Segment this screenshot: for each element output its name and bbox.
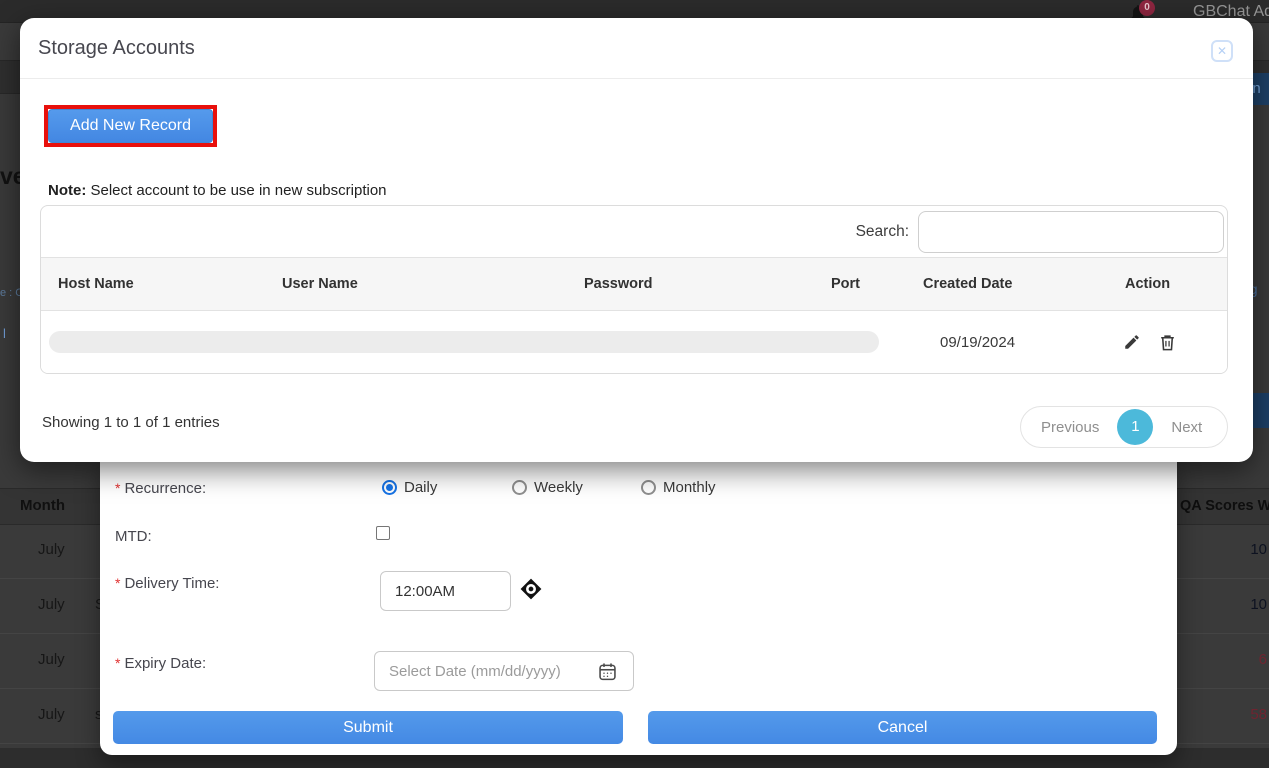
modal-header: Storage Accounts ✕: [20, 18, 1253, 79]
radio-icon[interactable]: [512, 480, 527, 495]
calendar-icon[interactable]: [597, 661, 618, 682]
close-icon[interactable]: ✕: [1211, 40, 1233, 62]
pagination: Previous 1 Next: [1020, 406, 1228, 448]
modal-title: Storage Accounts: [38, 37, 195, 60]
table-row[interactable]: 09/19/2024: [41, 312, 1227, 373]
note-text: Note: Select account to be use in new su…: [48, 182, 387, 199]
redacted-account-data: [49, 331, 879, 353]
search-input[interactable]: [918, 211, 1224, 253]
table-header-row: Host Name User Name Password Port Create…: [41, 257, 1227, 311]
note-label: Note:: [48, 182, 86, 199]
radio-label: Weekly: [534, 479, 583, 496]
month-cell: July: [38, 541, 65, 558]
expiry-date-label: *Expiry Date:: [115, 655, 206, 672]
next-page-button[interactable]: Next: [1171, 419, 1202, 436]
month-cell: July: [38, 706, 65, 723]
delivery-time-label: *Delivery Time:: [115, 575, 219, 592]
expiry-date-input[interactable]: [374, 651, 634, 691]
month-column-header: Month: [20, 497, 65, 514]
month-cell: July: [38, 651, 65, 668]
qa-score-cell: 58: [1197, 706, 1267, 723]
mtd-checkbox[interactable]: [376, 526, 390, 540]
column-header-created-date: Created Date: [906, 276, 1108, 292]
delivery-time-input[interactable]: [380, 571, 511, 611]
red-highlight-box: Add New Record: [44, 105, 217, 147]
radio-label: Monthly: [663, 479, 716, 496]
showing-entries-text: Showing 1 to 1 of 1 entries: [42, 414, 220, 431]
screen: 0 GBChat Ad ve e : C l on og Month QA Sc…: [0, 0, 1269, 768]
subscription-form-modal: *Recurrence: Daily Weekly Monthly MTD: *…: [100, 455, 1177, 755]
recurrence-option-monthly[interactable]: Monthly: [641, 479, 716, 496]
column-header-password: Password: [567, 276, 814, 292]
column-header-action: Action: [1108, 276, 1227, 292]
edit-pencil-icon[interactable]: [1123, 333, 1141, 351]
submit-button[interactable]: Submit: [113, 711, 623, 744]
add-new-record-button[interactable]: Add New Record: [48, 109, 213, 143]
storage-accounts-modal: Storage Accounts ✕ Add New Record Note: …: [20, 18, 1253, 462]
mtd-label: MTD:: [115, 528, 152, 545]
month-cell: July: [38, 596, 65, 613]
qa-score-cell: 10: [1197, 541, 1267, 558]
time-picker-icon[interactable]: [518, 576, 544, 602]
qa-score-cell: 10: [1197, 596, 1267, 613]
background-link-fragment: l: [3, 326, 6, 341]
radio-label: Daily: [404, 479, 437, 496]
required-marker: *: [115, 655, 120, 671]
cancel-button[interactable]: Cancel: [648, 711, 1157, 744]
qa-score-cell: 6: [1197, 651, 1267, 668]
current-page-button[interactable]: 1: [1117, 409, 1153, 445]
radio-selected-icon[interactable]: [382, 480, 397, 495]
column-header-host-name: Host Name: [41, 276, 265, 292]
storage-accounts-table: Search: Host Name User Name Password Por…: [40, 205, 1228, 374]
column-header-port: Port: [814, 276, 906, 292]
notification-badge: 0: [1139, 0, 1155, 16]
delete-trash-icon[interactable]: [1158, 333, 1177, 352]
qa-scores-column-header: QA Scores W: [1180, 498, 1269, 514]
recurrence-label: *Recurrence:: [115, 480, 206, 497]
required-marker: *: [115, 575, 120, 591]
radio-icon[interactable]: [641, 480, 656, 495]
required-marker: *: [115, 480, 120, 496]
recurrence-option-weekly[interactable]: Weekly: [512, 479, 583, 496]
previous-page-button[interactable]: Previous: [1041, 419, 1099, 436]
created-date-cell: 09/19/2024: [940, 334, 1015, 351]
recurrence-option-daily[interactable]: Daily: [382, 479, 437, 496]
table-search-row: Search:: [41, 206, 1227, 257]
column-header-user-name: User Name: [265, 276, 567, 292]
search-label: Search:: [856, 223, 909, 241]
